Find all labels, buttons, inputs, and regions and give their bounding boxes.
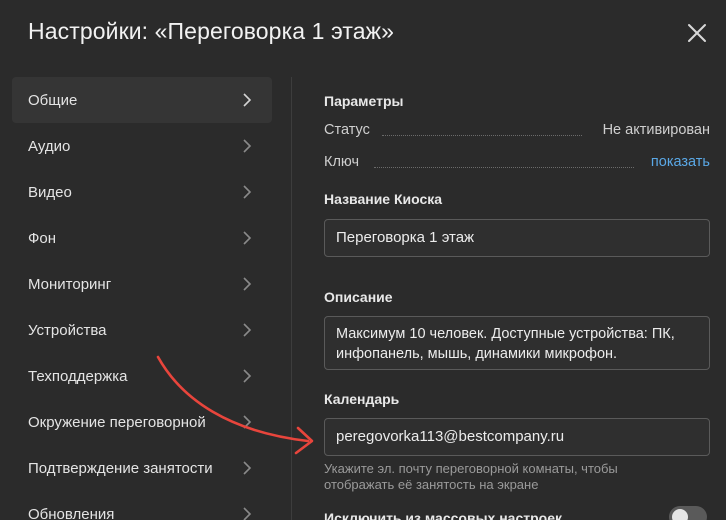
chevron-right-icon bbox=[243, 369, 252, 383]
key-row: Ключ показать bbox=[324, 154, 710, 174]
section-heading-exclude: Исключить из массовых настроек bbox=[324, 510, 562, 520]
close-icon[interactable] bbox=[686, 22, 708, 44]
sidebar-item-label: Аудио bbox=[28, 137, 71, 155]
sidebar-item-label: Фон bbox=[28, 229, 57, 247]
sidebar-item-label: Устройства bbox=[28, 321, 107, 339]
sidebar-item-audio[interactable]: Аудио bbox=[12, 123, 272, 169]
dotted-leader bbox=[382, 135, 582, 136]
sidebar-item-occupancy-confirmation[interactable]: Подтверждение занятости bbox=[12, 445, 272, 491]
section-heading-params: Параметры bbox=[324, 93, 404, 109]
description-line: Максимум 10 человек. Доступные устройств… bbox=[336, 326, 675, 342]
sidebar-item-label: Техподдержка bbox=[28, 367, 128, 385]
toggle-knob bbox=[672, 509, 688, 520]
chevron-right-icon bbox=[243, 507, 252, 520]
sidebar-item-general[interactable]: Общие bbox=[12, 77, 272, 123]
show-key-link[interactable]: показать bbox=[651, 154, 710, 170]
sidebar-item-updates[interactable]: Обновления bbox=[12, 491, 272, 520]
kiosk-name-input[interactable]: Переговорка 1 этаж bbox=[324, 219, 710, 257]
chevron-right-icon bbox=[243, 323, 252, 337]
exclude-toggle[interactable] bbox=[669, 506, 707, 520]
chevron-right-icon bbox=[243, 415, 252, 429]
chevron-right-icon bbox=[243, 277, 252, 291]
key-label: Ключ bbox=[324, 154, 360, 170]
chevron-right-icon bbox=[243, 93, 252, 107]
status-value: Не активирован bbox=[602, 122, 710, 138]
settings-sidebar: Общие Аудио Видео Фон Мониторинг Устройс… bbox=[12, 77, 272, 520]
section-heading-calendar: Календарь bbox=[324, 391, 400, 407]
calendar-email-input[interactable]: peregovorka113@bestcompany.ru bbox=[324, 418, 710, 456]
dotted-leader bbox=[374, 167, 634, 168]
calendar-hint: Укажите эл. почту переговорной комнаты, … bbox=[324, 461, 710, 493]
description-line: инфопанель, мышь, динамики микрофон. bbox=[336, 346, 618, 362]
chevron-right-icon bbox=[243, 185, 252, 199]
hint-line: отображать её занятость на экране bbox=[324, 477, 539, 492]
sidebar-item-video[interactable]: Видео bbox=[12, 169, 272, 215]
sidebar-item-label: Видео bbox=[28, 183, 72, 201]
sidebar-item-label: Общие bbox=[28, 91, 78, 109]
sidebar-divider bbox=[291, 77, 292, 520]
settings-dialog: Настройки: «Переговорка 1 этаж» Общие Ау… bbox=[0, 0, 726, 520]
chevron-right-icon bbox=[243, 231, 252, 245]
sidebar-item-room-environment[interactable]: Окружение переговорной bbox=[12, 399, 272, 445]
sidebar-item-label: Окружение переговорной bbox=[28, 413, 206, 431]
status-label: Статус bbox=[324, 122, 370, 138]
sidebar-item-devices[interactable]: Устройства bbox=[12, 307, 272, 353]
sidebar-item-label: Подтверждение занятости bbox=[28, 459, 213, 477]
sidebar-item-label: Обновления bbox=[28, 505, 115, 520]
description-textarea[interactable]: Максимум 10 человек. Доступные устройств… bbox=[324, 316, 710, 370]
hint-line: Укажите эл. почту переговорной комнаты, … bbox=[324, 461, 618, 476]
section-heading-description: Описание bbox=[324, 289, 393, 305]
section-heading-kiosk-name: Название Киоска bbox=[324, 191, 443, 207]
chevron-right-icon bbox=[243, 139, 252, 153]
dialog-title: Настройки: «Переговорка 1 этаж» bbox=[28, 18, 394, 44]
sidebar-item-monitoring[interactable]: Мониторинг bbox=[12, 261, 272, 307]
sidebar-item-support[interactable]: Техподдержка bbox=[12, 353, 272, 399]
status-row: Статус Не активирован bbox=[324, 122, 710, 142]
sidebar-item-background[interactable]: Фон bbox=[12, 215, 272, 261]
sidebar-item-label: Мониторинг bbox=[28, 275, 112, 293]
chevron-right-icon bbox=[243, 461, 252, 475]
